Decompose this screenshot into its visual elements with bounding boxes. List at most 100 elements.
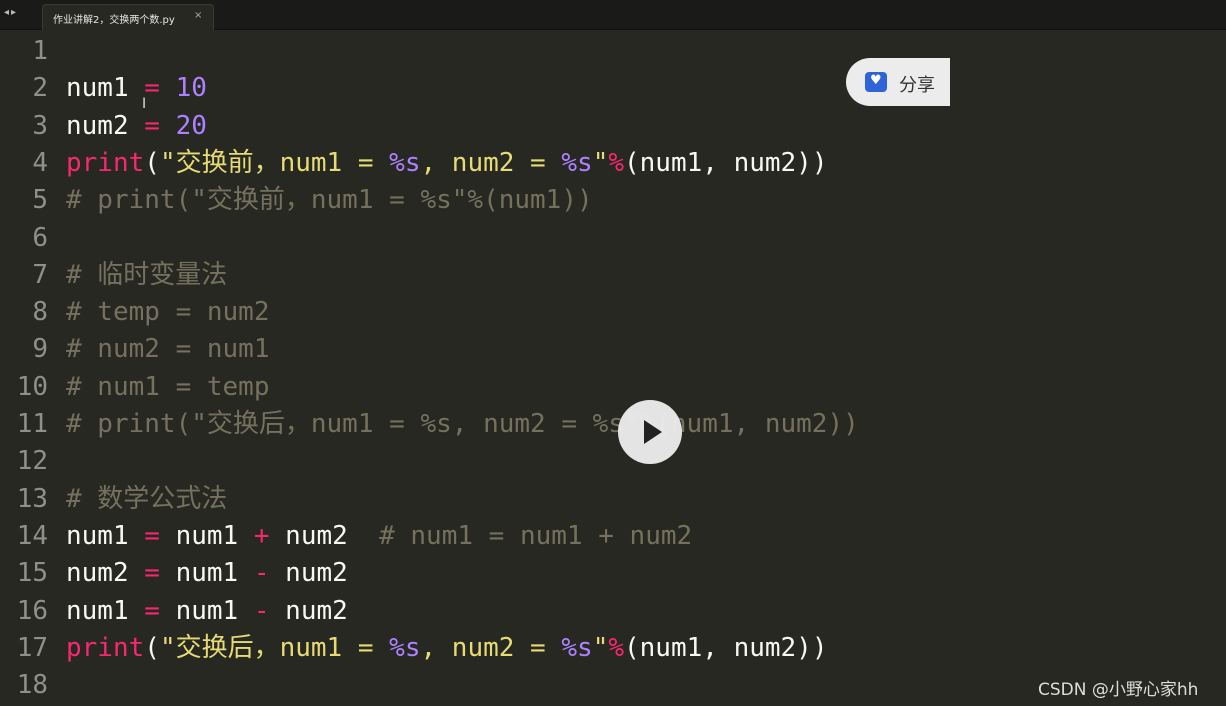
line-number: 6 [32, 222, 48, 253]
code-line[interactable]: 16 num1 = num1 - num2 [0, 593, 348, 630]
code-line[interactable]: 17 print("交换后，num1 = %s, num2 = %s"%(num1… [0, 630, 828, 667]
tab-label: 作业讲解2，交换两个数.py [53, 15, 175, 26]
code-line[interactable]: 6 [0, 220, 66, 257]
code-token: % [608, 632, 624, 663]
code-token: num2 [66, 558, 145, 589]
code-token: num1 [159, 520, 254, 551]
code-line[interactable]: 4 print("交换前，num1 = %s, num2 = %s"%(num1,… [0, 145, 828, 182]
tab-back-arrow-icon[interactable]: ◂ [4, 7, 11, 18]
tab-active-file[interactable]: 作业讲解2，交换两个数.py × [42, 4, 214, 30]
code-token: # print("交换后，num1 = %s, num2 = %s"%(num1… [66, 409, 859, 439]
code-token: # 数学公式法 [66, 483, 228, 514]
code-token: " [592, 632, 609, 663]
tab-nav-arrows: ◂▸ [4, 7, 18, 18]
code-token: = [144, 595, 160, 626]
code-token: = [144, 558, 160, 589]
code-token: # num2 = num1 [66, 334, 270, 365]
code-token: num2 [269, 520, 380, 551]
code-line[interactable]: 3 num2 = 20 [0, 108, 207, 145]
code-token: num1 [159, 595, 254, 626]
code-token: num1 [66, 595, 145, 626]
line-number: 4 [32, 147, 48, 178]
code-token: %s [561, 147, 593, 178]
code-token: print [66, 632, 145, 663]
code-token: # num1 = num1 + num2 [379, 520, 693, 551]
code-token: # print("交换前，num1 = %s"%(num1)) [66, 185, 593, 216]
text-cursor-icon: I [142, 96, 147, 112]
code-token: 10 [175, 73, 207, 104]
code-line[interactable]: 13 # 数学公式法 [0, 481, 228, 518]
line-number: 5 [32, 185, 48, 216]
line-number: 11 [16, 409, 48, 439]
code-line[interactable]: 5 # print("交换前，num1 = %s"%(num1)) [0, 182, 593, 219]
code-token: num2 [269, 558, 348, 589]
code-line[interactable]: 14 num1 = num1 + num2 # num1 = num1 + num… [0, 518, 692, 555]
code-token: = [144, 110, 160, 141]
code-token: %s [389, 632, 421, 663]
play-icon [644, 420, 662, 444]
watermark: CSDN @小野心家hh [1038, 680, 1199, 700]
line-number: 16 [16, 595, 48, 626]
code-token: ( [144, 147, 160, 178]
code-token: num2 [66, 110, 145, 141]
play-button[interactable] [618, 400, 682, 464]
code-token: num1 [66, 73, 145, 104]
code-token: num2 [269, 595, 348, 626]
line-number: 13 [16, 483, 48, 514]
code-token: print [66, 147, 145, 178]
code-line[interactable]: 11 # print("交换后，num1 = %s, num2 = %s"%(nu… [0, 406, 859, 443]
code-line[interactable]: 2 num1 = 10 [0, 70, 207, 107]
code-line[interactable]: 8 # temp = num2 [0, 294, 270, 331]
code-token: + [253, 520, 270, 551]
line-number: 17 [16, 632, 48, 663]
line-number: 2 [32, 73, 48, 104]
code-line[interactable]: 9 # num2 = num1 [0, 331, 270, 368]
tab-bar: ◂▸ 作业讲解2，交换两个数.py × [0, 0, 1226, 30]
line-number: 7 [32, 259, 48, 290]
code-token: ( [144, 632, 160, 663]
code-token: num1 [159, 558, 254, 589]
line-number: 12 [16, 446, 48, 477]
line-number: 15 [16, 558, 48, 589]
line-number: 8 [32, 297, 48, 328]
code-token: , num2 = [420, 147, 562, 178]
code-token: # 临时变量法 [66, 259, 228, 290]
code-token: = [144, 73, 160, 104]
code-token: "交换后，num1 = [159, 632, 390, 663]
code-token: (num1, num2)) [624, 147, 828, 178]
code-line[interactable]: 7 # 临时变量法 [0, 257, 227, 294]
code-token: " [592, 147, 609, 178]
code-token: - [253, 558, 270, 589]
code-token: = [144, 520, 160, 551]
code-token: % [608, 147, 624, 178]
code-editor[interactable]: 1 2 num1 = 10 3 num2 = 20 4 print("交换前，num1 = … [0, 31, 1226, 706]
line-number: 1 [32, 36, 48, 66]
tab-forward-arrow-icon[interactable]: ▸ [11, 7, 18, 18]
code-token: %s [389, 147, 421, 178]
code-line[interactable]: 12 [0, 443, 66, 480]
code-line[interactable]: 10 # num1 = temp [0, 369, 270, 406]
share-button[interactable]: 分享 [846, 58, 950, 106]
code-line[interactable]: 15 num2 = num1 - num2 [0, 555, 348, 592]
code-line[interactable]: 18 [0, 667, 66, 704]
code-line[interactable]: 1 [0, 33, 66, 70]
tab-close-icon[interactable]: × [194, 10, 202, 21]
code-token: - [253, 595, 270, 626]
code-token: (num1, num2)) [624, 632, 828, 663]
share-button-label: 分享 [899, 75, 935, 96]
code-token: # num1 = temp [66, 371, 270, 402]
line-number: 18 [16, 670, 48, 701]
code-token: num1 [66, 520, 145, 551]
code-token: %s [561, 632, 593, 663]
share-icon [865, 72, 887, 92]
line-number: 14 [16, 520, 48, 551]
code-token: # temp = num2 [66, 297, 270, 328]
line-number: 3 [32, 110, 48, 141]
code-token: 20 [175, 110, 207, 141]
line-number: 9 [32, 334, 48, 365]
line-number: 10 [16, 371, 48, 402]
code-token: "交换前，num1 = [159, 147, 390, 178]
code-token: , num2 = [420, 632, 562, 663]
